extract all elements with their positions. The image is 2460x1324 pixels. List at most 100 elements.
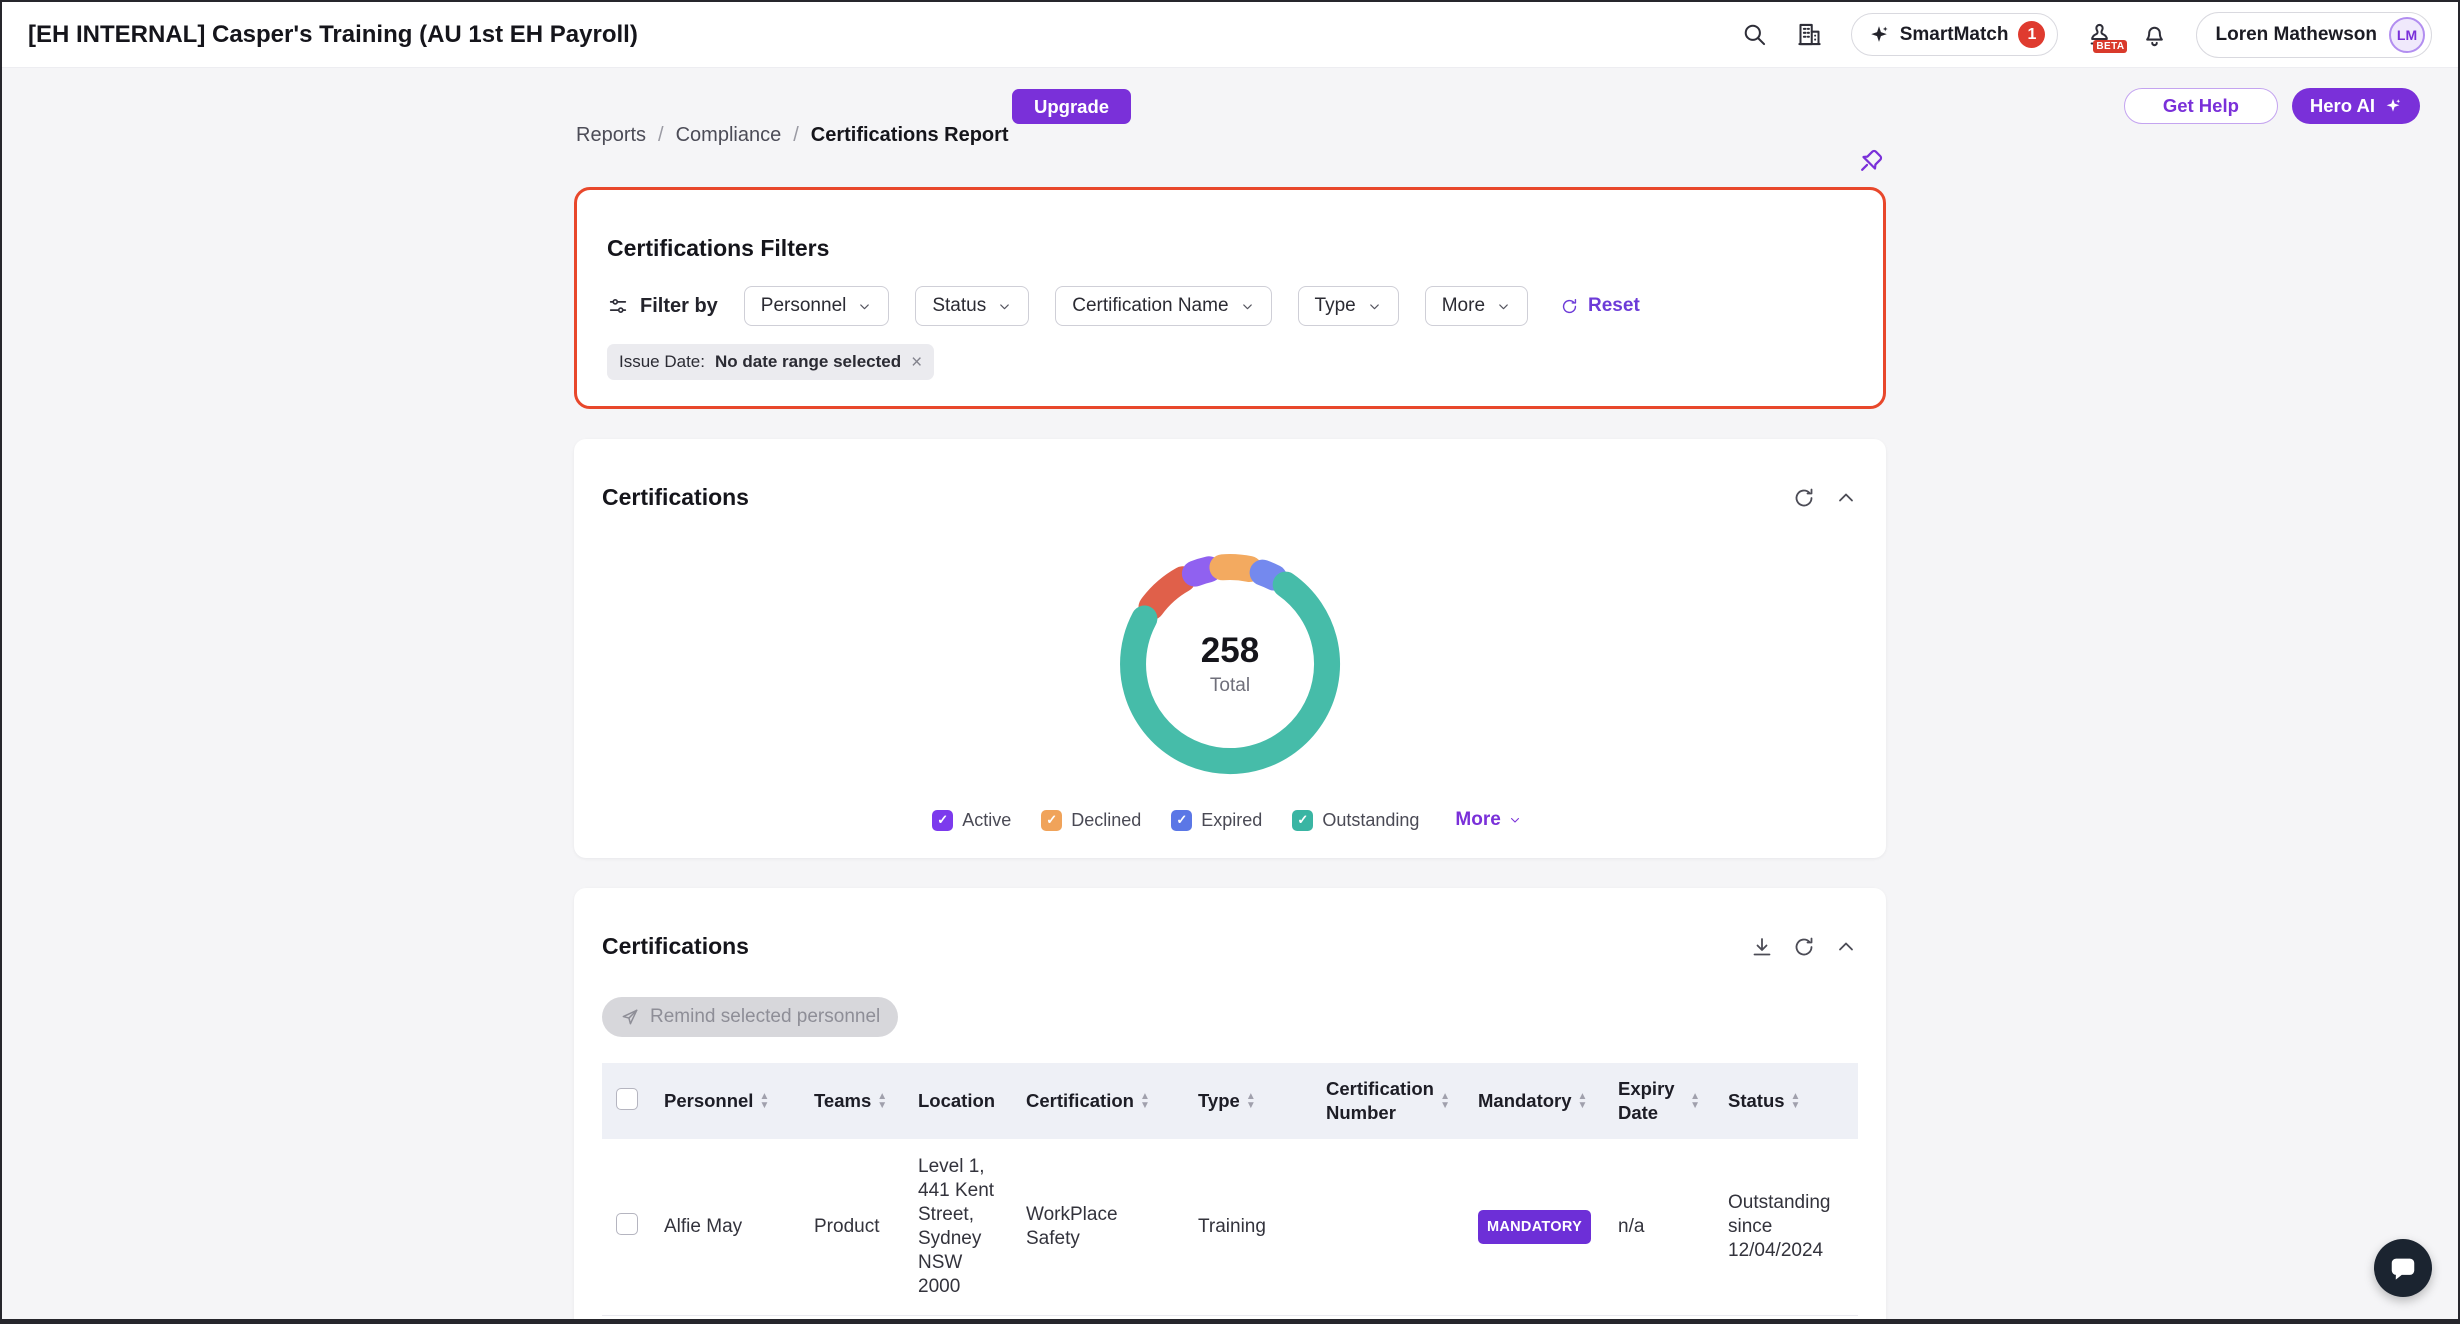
cell-certification-number xyxy=(1312,1316,1464,1324)
hero-ai-button[interactable]: Hero AI xyxy=(2292,88,2420,124)
table-row: Alfie May Product Level 1, 441 Kent Stre… xyxy=(602,1139,1858,1316)
active-filter-chips: Issue Date: No date range selected × xyxy=(607,344,1853,380)
chart-card-title: Certifications xyxy=(602,484,749,511)
column-header-type[interactable]: Type▲▼ xyxy=(1184,1063,1312,1139)
chevron-down-icon xyxy=(997,299,1012,314)
certifications-chart-card: Certifications 258 Total xyxy=(574,439,1886,858)
user-name: Loren Mathewson xyxy=(2215,24,2377,46)
sort-arrows-icon: ▲▼ xyxy=(1791,1092,1801,1110)
chat-bubble-icon xyxy=(2388,1253,2418,1283)
chart-legend: ✓ Active ✓ Declined ✓ Expired ✓ Outstand… xyxy=(602,808,1858,832)
mandatory-badge: MANDATORY xyxy=(1478,1210,1591,1244)
header-actions: Get Help Hero AI xyxy=(2124,88,2420,124)
row-checkbox[interactable] xyxy=(616,1213,638,1235)
sparkle-icon xyxy=(2384,97,2402,115)
topbar: [EH INTERNAL] Casper's Training (AU 1st … xyxy=(2,2,2458,68)
certifications-table-card: Certifications Remind selected personnel xyxy=(574,888,1886,1324)
cell-mandatory: OPTIONAL xyxy=(1464,1316,1604,1324)
filter-row: Filter by Personnel Status Certification… xyxy=(607,286,1853,326)
column-header-status[interactable]: Status▲▼ xyxy=(1714,1063,1858,1139)
sparkle-icon xyxy=(1868,24,1890,46)
select-all-checkbox[interactable] xyxy=(616,1088,638,1110)
personnel-filter-dropdown[interactable]: Personnel xyxy=(744,286,890,326)
collapse-chevron-up-icon[interactable] xyxy=(1834,935,1858,959)
column-header-certification-number[interactable]: Certification Number▲▼ xyxy=(1312,1063,1464,1139)
cell-location: Level 1, 441 Kent Street, Sydney NSW 200… xyxy=(904,1139,1012,1316)
issue-date-chip: Issue Date: No date range selected × xyxy=(607,344,934,380)
chevron-down-icon xyxy=(1496,299,1511,314)
smartmatch-label: SmartMatch xyxy=(1900,24,2009,46)
cell-type: Training xyxy=(1184,1139,1312,1316)
search-icon[interactable] xyxy=(1741,21,1768,48)
stamp-icon[interactable]: BETA xyxy=(2086,21,2113,48)
remind-button-label: Remind selected personnel xyxy=(650,1006,880,1028)
app-window: [EH INTERNAL] Casper's Training (AU 1st … xyxy=(0,0,2460,1324)
beta-tag: BETA xyxy=(2093,40,2127,53)
cell-certification: COVID Vaccination Check xyxy=(1012,1316,1184,1324)
cell-status: Outstanding since 12/04/2024 xyxy=(1714,1139,1858,1316)
cell-personnel: Alfie May xyxy=(650,1139,800,1316)
column-header-certification[interactable]: Certification▲▼ xyxy=(1012,1063,1184,1139)
reset-filters-button[interactable]: Reset xyxy=(1554,294,1646,318)
smartmatch-button[interactable]: SmartMatch 1 xyxy=(1851,13,2059,56)
legend-item-declined[interactable]: ✓ Declined xyxy=(1041,810,1141,831)
sort-arrows-icon: ▲▼ xyxy=(1246,1092,1256,1110)
download-icon[interactable] xyxy=(1750,935,1774,959)
column-header-personnel[interactable]: Personnel▲▼ xyxy=(650,1063,800,1139)
column-header-expiry-date[interactable]: Expiry Date▲▼ xyxy=(1604,1063,1714,1139)
donut-total-value: 258 xyxy=(1201,631,1259,671)
certification-name-filter-dropdown[interactable]: Certification Name xyxy=(1055,286,1271,326)
legend-item-expired[interactable]: ✓ Expired xyxy=(1171,810,1262,831)
more-filter-dropdown[interactable]: More xyxy=(1425,286,1528,326)
status-filter-dropdown[interactable]: Status xyxy=(915,286,1029,326)
notifications-bell-icon[interactable] xyxy=(2141,21,2168,48)
column-header-mandatory[interactable]: Mandatory▲▼ xyxy=(1464,1063,1604,1139)
chart-card-tools xyxy=(1792,486,1858,510)
send-icon xyxy=(620,1007,640,1027)
table-card-header: Certifications xyxy=(602,914,1858,979)
cell-expiry-date: n/a xyxy=(1604,1139,1714,1316)
donut-center: 258 Total xyxy=(1110,544,1350,784)
legend-item-active[interactable]: ✓ Active xyxy=(932,810,1011,831)
checkbox-checked-icon: ✓ xyxy=(1292,810,1313,831)
refresh-icon[interactable] xyxy=(1792,935,1816,959)
legend-label: Active xyxy=(962,810,1011,831)
close-icon[interactable]: × xyxy=(911,353,922,372)
sort-arrows-icon: ▲▼ xyxy=(1690,1092,1700,1110)
cell-location: Level 1, 441 Kent Street, Sydney NSW 200… xyxy=(904,1316,1012,1324)
sort-arrows-icon: ▲▼ xyxy=(759,1092,769,1110)
legend-label: Outstanding xyxy=(1322,810,1419,831)
company-building-icon[interactable] xyxy=(1796,21,1823,48)
chat-launcher-button[interactable] xyxy=(2374,1239,2432,1297)
legend-more-dropdown[interactable]: More xyxy=(1449,808,1527,832)
smartmatch-badge: 1 xyxy=(2018,21,2045,48)
legend-item-outstanding[interactable]: ✓ Outstanding xyxy=(1292,810,1419,831)
chevron-down-icon xyxy=(1367,299,1382,314)
cell-teams: Product xyxy=(800,1316,904,1324)
table-card-tools xyxy=(1750,935,1858,959)
cell-expiry-date: n/a xyxy=(1604,1316,1714,1324)
cell-status: Outstanding since 12/04/2024 xyxy=(1714,1316,1858,1324)
sort-arrows-icon: ▲▼ xyxy=(1440,1092,1450,1110)
chip-prefix: Issue Date: xyxy=(619,352,705,372)
collapse-chevron-up-icon[interactable] xyxy=(1834,486,1858,510)
remind-selected-personnel-button[interactable]: Remind selected personnel xyxy=(602,997,898,1037)
dropdown-label: Type xyxy=(1315,295,1356,317)
topbar-actions: SmartMatch 1 BETA Loren Mathewson LM xyxy=(1741,12,2432,58)
cell-mandatory: MANDATORY xyxy=(1464,1139,1604,1316)
column-header-teams[interactable]: Teams▲▼ xyxy=(800,1063,904,1139)
reset-label: Reset xyxy=(1588,295,1640,317)
get-help-button[interactable]: Get Help xyxy=(2124,88,2278,124)
refresh-icon[interactable] xyxy=(1792,486,1816,510)
cell-type: Check xyxy=(1184,1316,1312,1324)
type-filter-dropdown[interactable]: Type xyxy=(1298,286,1399,326)
certifications-filters-card: Certifications Filters Filter by Personn… xyxy=(574,187,1886,409)
more-label: More xyxy=(1455,809,1500,831)
column-header-location[interactable]: Location xyxy=(904,1063,1012,1139)
table-header-row: Personnel▲▼ Teams▲▼ Location Certificati… xyxy=(602,1063,1858,1139)
dropdown-label: More xyxy=(1442,295,1485,317)
legend-label: Declined xyxy=(1071,810,1141,831)
user-menu[interactable]: Loren Mathewson LM xyxy=(2196,12,2432,58)
checkbox-checked-icon: ✓ xyxy=(1171,810,1192,831)
certifications-table: Personnel▲▼ Teams▲▼ Location Certificati… xyxy=(602,1063,1858,1324)
